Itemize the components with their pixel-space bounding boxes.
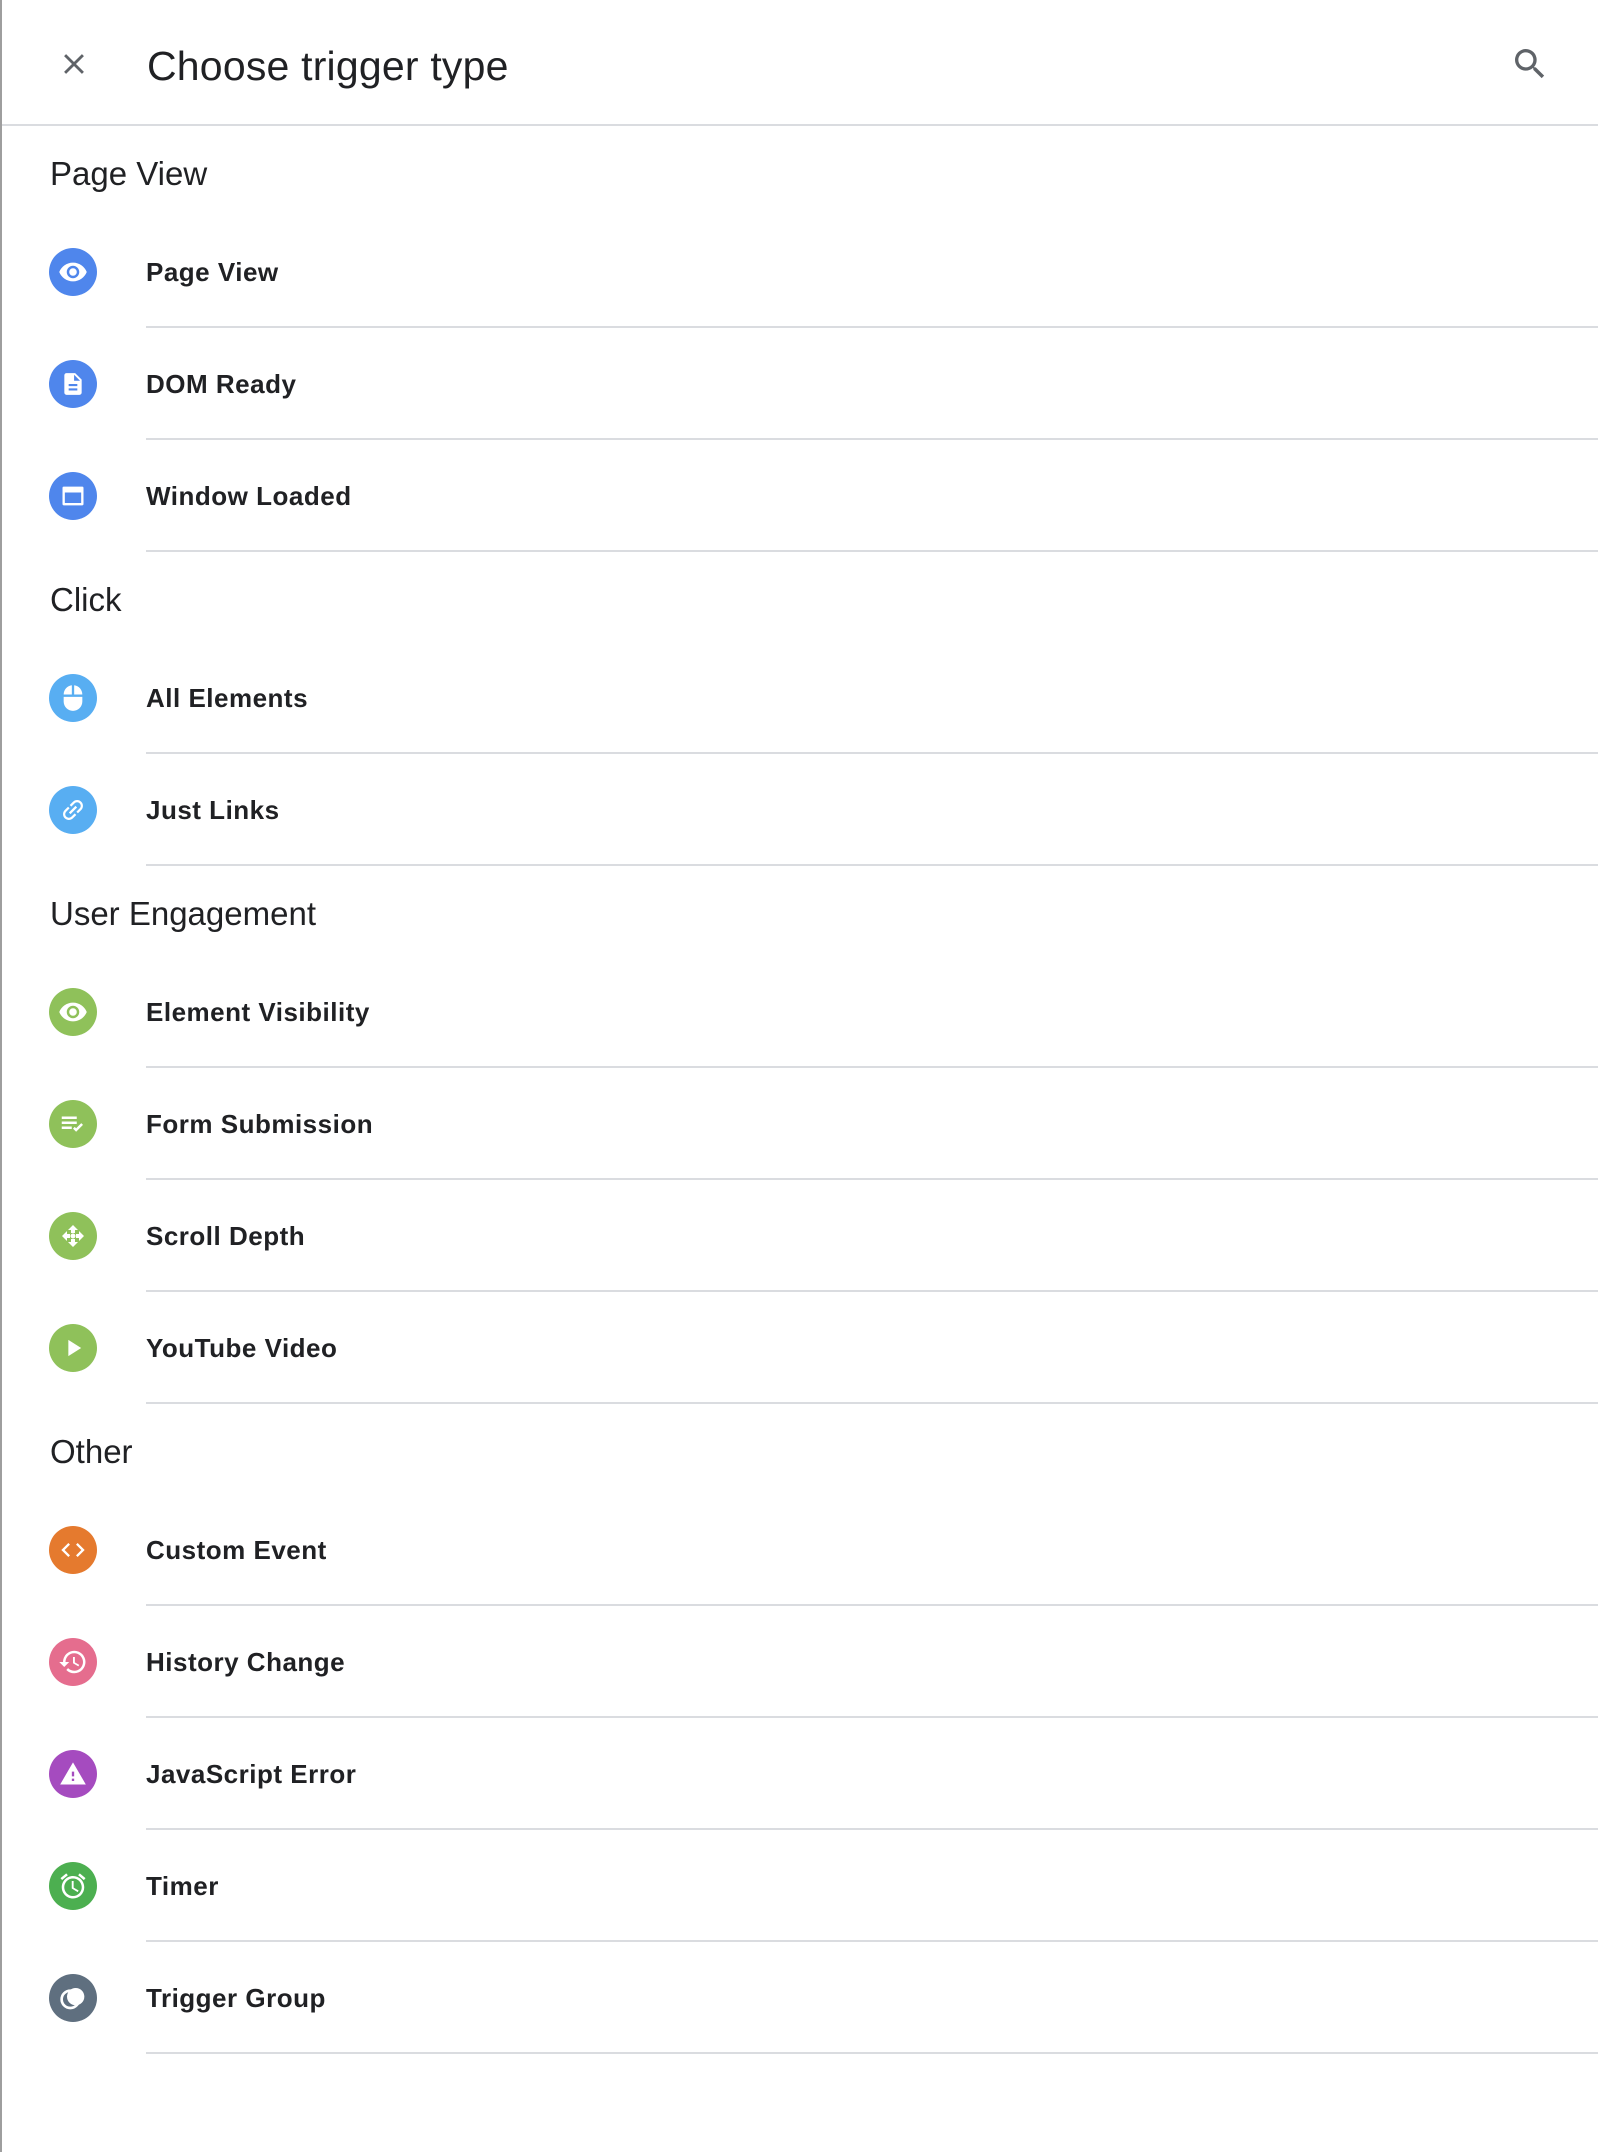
trigger-item-label: Trigger Group [146, 1983, 326, 2013]
mouse-icon [49, 674, 97, 722]
trigger-item-label: Form Submission [146, 1109, 374, 1139]
trigger-type-list: Page View Page View DOM Ready Window Loaded… [2, 126, 1598, 2054]
trigger-item-label: Element Visibility [146, 997, 370, 1027]
close-button[interactable] [46, 36, 102, 92]
trigger-item-javascript-error[interactable]: JavaScript Error [2, 1718, 1598, 1830]
trigger-item-custom-event[interactable]: Custom Event [2, 1494, 1598, 1606]
trigger-type-panel: Choose trigger type Page View Page View DO… [2, 0, 1598, 2152]
trigger-item-scroll-depth[interactable]: Scroll Depth [2, 1180, 1598, 1292]
trigger-item-element-visibility[interactable]: Element Visibility [2, 956, 1598, 1068]
trigger-item-history-change[interactable]: History Change [2, 1606, 1598, 1718]
eye-icon [49, 248, 97, 296]
link-icon [49, 786, 97, 834]
trigger-item-label: History Change [146, 1647, 346, 1677]
alarm-icon [49, 1862, 97, 1910]
trigger-item-just-links[interactable]: Just Links [2, 754, 1598, 866]
trigger-item-label: Page View [146, 257, 279, 287]
warning-icon [49, 1750, 97, 1798]
trigger-group-icon [49, 1974, 97, 2022]
trigger-item-label: All Elements [146, 683, 309, 713]
form-check-icon [49, 1100, 97, 1148]
trigger-item-timer[interactable]: Timer [2, 1830, 1598, 1942]
trigger-item-trigger-group[interactable]: Trigger Group [2, 1942, 1598, 2054]
trigger-item-label: Just Links [146, 795, 280, 825]
scroll-move-icon [49, 1212, 97, 1260]
trigger-item-dom-ready[interactable]: DOM Ready [2, 328, 1598, 440]
trigger-item-label: DOM Ready [146, 369, 297, 399]
search-button[interactable] [1502, 36, 1558, 92]
trigger-item-all-elements[interactable]: All Elements [2, 642, 1598, 754]
page-title: Choose trigger type [147, 43, 509, 89]
section-click: Click All Elements Just Links [2, 552, 1598, 866]
divider [146, 2052, 1598, 2054]
trigger-item-window-loaded[interactable]: Window Loaded [2, 440, 1598, 552]
section-title: User Engagement [50, 895, 316, 932]
panel-header: Choose trigger type [2, 0, 1598, 126]
trigger-item-label: YouTube Video [146, 1333, 338, 1363]
section-title: Click [50, 581, 122, 618]
trigger-item-page-view[interactable]: Page View [2, 216, 1598, 328]
trigger-item-form-submission[interactable]: Form Submission [2, 1068, 1598, 1180]
section-page-view: Page View Page View DOM Ready Window Loaded [2, 126, 1598, 552]
eye-icon [49, 988, 97, 1036]
code-icon [49, 1526, 97, 1574]
trigger-item-label: Custom Event [146, 1535, 327, 1565]
section-other: Other Custom Event History Change JavaScrip… [2, 1404, 1598, 2054]
trigger-item-label: Scroll Depth [146, 1221, 306, 1251]
history-icon [49, 1638, 97, 1686]
window-icon [49, 472, 97, 520]
section-title: Page View [50, 155, 208, 192]
close-icon [64, 54, 84, 74]
trigger-item-label: Timer [146, 1871, 219, 1901]
search-icon [1515, 49, 1545, 79]
trigger-item-youtube-video[interactable]: YouTube Video [2, 1292, 1598, 1404]
play-icon [49, 1324, 97, 1372]
trigger-item-label: JavaScript Error [146, 1759, 357, 1789]
document-icon [49, 360, 97, 408]
section-user-engagement: User Engagement Element Visibility Form Su… [2, 866, 1598, 1404]
section-title: Other [50, 1433, 133, 1470]
trigger-item-label: Window Loaded [146, 481, 352, 511]
